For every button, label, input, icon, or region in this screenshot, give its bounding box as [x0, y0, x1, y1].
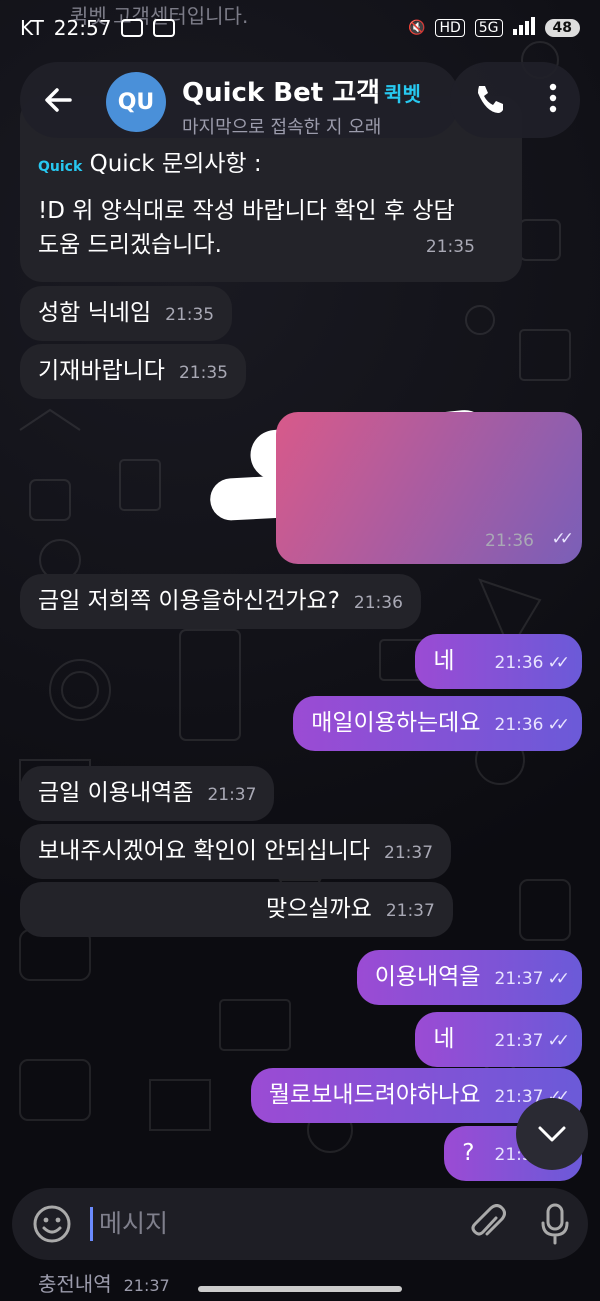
clock: 22:57 — [53, 16, 112, 40]
message-time: 21:37 — [207, 785, 257, 805]
read-checks-icon: ✓✓ — [547, 969, 570, 989]
last-seen-status: 마지막으로 접속한 지 오래 — [182, 117, 382, 138]
read-checks-icon: ✓✓ — [547, 653, 570, 673]
read-checks-icon: ✓✓ — [551, 528, 574, 549]
emoji-icon[interactable] — [30, 1202, 74, 1246]
message-input-bar: 메시지 — [12, 1188, 588, 1260]
message-text: 네 — [433, 648, 455, 674]
read-checks-icon: ✓✓ — [547, 715, 570, 735]
message-time: 21:36 — [494, 715, 544, 735]
message-text: 보내주시겠어요 확인이 안되십니다 — [38, 838, 371, 864]
message-time: 21:35 — [425, 236, 475, 257]
hd-icon: HD — [435, 19, 465, 37]
microphone-icon[interactable] — [540, 1203, 570, 1245]
message-time: 21:35 — [178, 363, 228, 383]
message-text: 성함 닉네임 — [38, 300, 152, 326]
phone-call-button[interactable] — [472, 82, 504, 118]
message-incoming[interactable]: 금일 저희쪽 이용을하신건가요? 21:36 — [20, 574, 421, 629]
signal-icon — [512, 17, 535, 39]
message-outgoing[interactable]: 매일이용하는데요 21:36 ✓✓ — [293, 696, 582, 751]
status-bar: KT 22:57 🔇 HD 5G 48 — [0, 0, 600, 56]
carrier-label: KT — [20, 16, 44, 40]
message-time: 21:36 — [485, 530, 534, 551]
message-text: 이용내역을 — [374, 964, 481, 990]
message-outgoing[interactable]: 네 21:36 ✓✓ — [415, 634, 582, 689]
more-vertical-icon — [549, 83, 557, 113]
quick-logo: Quick — [38, 159, 83, 175]
chat-title-block[interactable]: Quick Bet 고객 퀵벳 마지막으로 접속한 지 오래 — [182, 72, 452, 139]
mute-icon: 🔇 — [408, 20, 426, 36]
paperclip-icon[interactable] — [470, 1204, 506, 1244]
message-time: 21:36 — [353, 593, 403, 613]
message-text: 기재바랍니다 — [38, 358, 165, 384]
message-outgoing[interactable]: 네 21:37 ✓✓ — [415, 1012, 582, 1067]
header-actions — [450, 62, 580, 138]
message-text: ? — [462, 1140, 475, 1166]
message-incoming[interactable]: 보내주시겠어요 확인이 안되십니다 21:37 — [20, 824, 452, 879]
message-incoming[interactable]: 금일 이용내역좀 21:37 — [20, 766, 275, 821]
more-menu-button[interactable] — [548, 82, 558, 118]
scroll-to-bottom-button[interactable] — [516, 1098, 588, 1170]
message-text: 금일 저희쪽 이용을하신건가요? — [38, 588, 340, 614]
message-text: 네 — [433, 1026, 455, 1052]
header-info-pill[interactable]: QU Quick Bet 고객 퀵벳 마지막으로 접속한 지 오래 — [20, 62, 460, 138]
chevron-down-icon — [538, 1126, 566, 1142]
next-message-peek: 충전내역 21:37 — [38, 1272, 170, 1296]
message-time: 21:37 — [384, 843, 434, 863]
screenshot-icon — [121, 19, 144, 37]
phone-icon — [478, 86, 503, 113]
message-text: 매일이용하는데요 — [311, 710, 481, 736]
chat-badge: 퀵벳 — [384, 82, 421, 106]
message-time: 21:37 — [494, 969, 544, 989]
read-checks-icon: ✓✓ — [547, 1031, 570, 1051]
home-indicator — [198, 1286, 402, 1292]
message-text: 맞으실까요 — [266, 896, 372, 922]
message-line: 도움 드리겠습니다. 21:35 — [38, 231, 475, 258]
message-incoming[interactable]: 기재바랍니다 21:35 — [20, 344, 246, 399]
message-line: !D 위 양식대로 작성 바랍니다 확인 후 상담 — [38, 198, 455, 225]
message-line: Quick Quick 문의사항 : — [38, 151, 262, 177]
message-time: 21:36 — [494, 653, 544, 673]
message-incoming[interactable]: 성함 닉네임 21:35 — [20, 286, 233, 341]
battery-indicator: 48 — [544, 19, 580, 37]
app-notification-icon — [153, 19, 176, 37]
message-outgoing[interactable]: 이용내역을 21:37 ✓✓ — [356, 950, 582, 1005]
message-time: 21:37 — [494, 1031, 544, 1051]
arrow-left-icon — [45, 88, 72, 112]
message-time: 21:37 — [385, 901, 435, 921]
message-text: 뭘로보내드려야하나요 — [268, 1082, 481, 1108]
chat-title: Quick Bet 고객 퀵벳 — [182, 78, 421, 108]
chat-header: QU Quick Bet 고객 퀵벳 마지막으로 접속한 지 오래 — [20, 60, 580, 140]
network-label: 5G — [474, 19, 503, 37]
back-button[interactable] — [28, 70, 88, 130]
message-incoming[interactable]: 맞으실까요 21:37 — [20, 882, 453, 937]
message-time: 21:35 — [165, 305, 215, 325]
message-text: 금일 이용내역좀 — [38, 780, 194, 806]
avatar[interactable]: QU — [106, 72, 166, 132]
message-input[interactable]: 메시지 — [90, 1207, 470, 1241]
message-outgoing-redacted[interactable]: 21:36 ✓✓ — [276, 412, 582, 564]
